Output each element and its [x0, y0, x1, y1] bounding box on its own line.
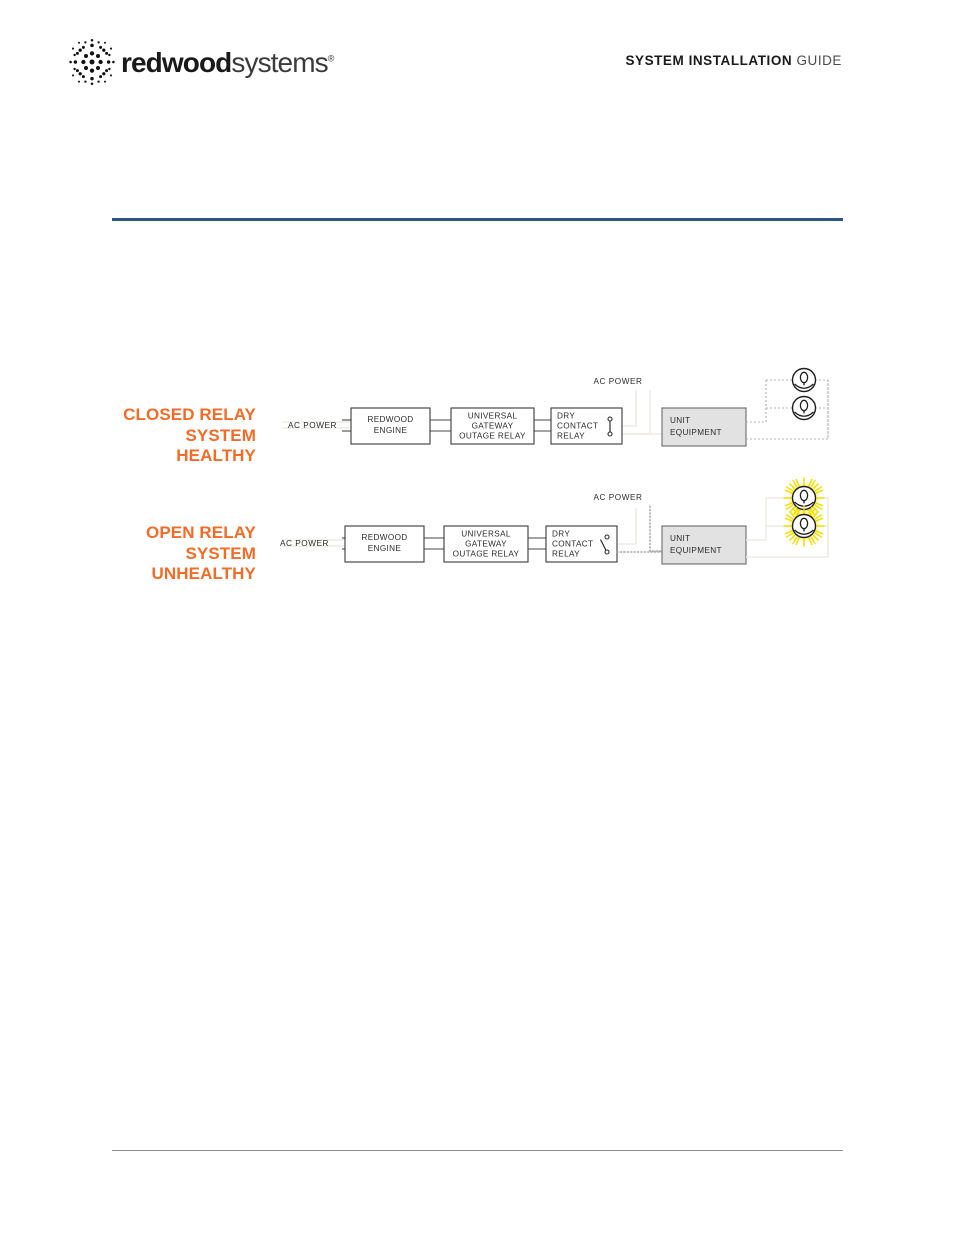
- diagram-row-closed-relay: CLOSED RELAY SYSTEM HEALTHY AC POWER AC …: [0, 360, 954, 480]
- brand-word-bold: redwood: [121, 47, 232, 78]
- block-line: GATEWAY: [472, 422, 514, 431]
- lamp-bottom-on-icon: [783, 505, 825, 547]
- registered-mark: ®: [327, 53, 335, 64]
- block-line: DRY: [557, 412, 575, 421]
- block-line: DRY: [552, 530, 570, 539]
- block-line: RELAY: [557, 432, 585, 441]
- page-header: redwoodsystems® SYSTEM INSTALLATION GUID…: [0, 0, 954, 110]
- block-line: UNIT: [670, 416, 691, 425]
- header-divider-rule: [112, 218, 843, 221]
- block-dry-contact-relay: DRY CONTACT RELAY: [545, 525, 618, 563]
- block-unit-equipment-rect: [661, 407, 747, 447]
- brand-logo: redwoodsystems®: [66, 36, 334, 88]
- brand-wordmark: redwoodsystems®: [121, 49, 334, 77]
- block-unit-equipment: UNIT EQUIPMENT: [661, 525, 747, 565]
- state-label-line: SYSTEM: [185, 425, 256, 445]
- redwood-starburst-mark-icon: [69, 38, 115, 86]
- state-label-line: CLOSED RELAY: [123, 405, 256, 424]
- diagram-open-relay-svg: AC POWER AC POWER REDWOOD ENGINE UNIVERS…: [280, 477, 829, 565]
- lamp-bottom-off-icon: [791, 395, 817, 421]
- lamp-top-off-icon: [791, 367, 817, 393]
- block-redwood-engine: REDWOOD ENGINE: [344, 525, 425, 563]
- block-unit-equipment: UNIT EQUIPMENT: [661, 407, 747, 447]
- block-line: ENGINE: [368, 544, 402, 553]
- block-redwood-engine: REDWOOD ENGINE: [350, 407, 431, 445]
- block-line: REDWOOD: [361, 533, 407, 542]
- block-line: ENGINE: [374, 426, 408, 435]
- state-label-line: OPEN RELAY: [146, 523, 256, 542]
- ac-power-source-label: AC POWER: [288, 421, 337, 430]
- ac-power-mains-label: AC POWER: [594, 377, 643, 386]
- block-line: OUTAGE RELAY: [459, 432, 526, 441]
- block-line: UNIVERSAL: [461, 530, 511, 539]
- ac-power-mains-label: AC POWER: [594, 493, 643, 502]
- footer-divider-rule: [112, 1150, 843, 1151]
- block-line: GATEWAY: [465, 540, 507, 549]
- diagram-closed-relay-svg: AC POWER AC POWER REDWOOD ENGINE UNIVERS…: [282, 367, 829, 447]
- relay-state-diagram: CLOSED RELAY SYSTEM HEALTHY AC POWER AC …: [0, 360, 954, 600]
- state-label-line: SYSTEM: [185, 543, 256, 563]
- block-line: UNIT: [670, 534, 691, 543]
- block-line: CONTACT: [557, 422, 598, 431]
- brand-word-light: systems: [231, 47, 328, 78]
- block-universal-gateway-outage-relay: UNIVERSAL GATEWAY OUTAGE RELAY: [450, 407, 535, 445]
- block-line: CONTACT: [552, 540, 593, 549]
- block-line: OUTAGE RELAY: [453, 550, 520, 559]
- document-title: SYSTEM INSTALLATION GUIDE: [625, 53, 842, 68]
- document-title-bold: SYSTEM INSTALLATION: [625, 53, 793, 68]
- block-line: EQUIPMENT: [670, 428, 722, 437]
- diagram-row-open-relay: OPEN RELAY SYSTEM UNHEALTHY AC POWER AC …: [0, 477, 954, 598]
- state-label-line: UNHEALTHY: [151, 564, 256, 583]
- block-unit-equipment-rect: [661, 525, 747, 565]
- ac-power-source-label: AC POWER: [280, 539, 329, 548]
- state-label-closed-relay: CLOSED RELAY SYSTEM HEALTHY: [0, 405, 256, 467]
- document-title-light: GUIDE: [796, 53, 842, 68]
- block-line: REDWOOD: [367, 415, 413, 424]
- interrupted-mains-leg: [649, 505, 663, 552]
- block-line: RELAY: [552, 550, 580, 559]
- block-line: UNIVERSAL: [468, 412, 518, 421]
- block-universal-gateway-outage-relay: UNIVERSAL GATEWAY OUTAGE RELAY: [443, 525, 529, 563]
- block-dry-contact-relay: DRY CONTACT RELAY: [550, 407, 623, 445]
- block-line: EQUIPMENT: [670, 546, 722, 555]
- state-label-line: HEALTHY: [176, 446, 256, 465]
- state-label-open-relay: OPEN RELAY SYSTEM UNHEALTHY: [0, 523, 256, 585]
